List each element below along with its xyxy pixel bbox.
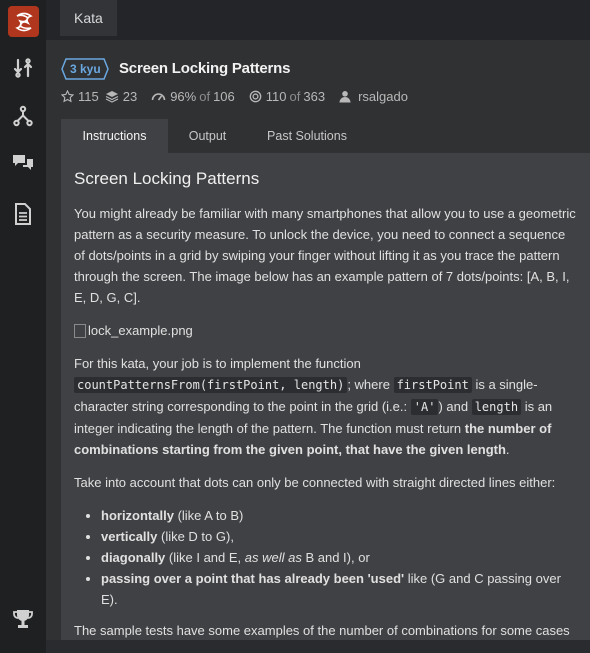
list-item: horizontally (like A to B)	[101, 505, 576, 526]
rank-label: 3 kyu	[70, 62, 101, 76]
list-item-text: (like I and E,	[165, 550, 245, 565]
list-item-text: (like D to G),	[157, 529, 234, 544]
completed-stat: 110 of 363	[249, 89, 325, 104]
satisfaction-stat: 96% of 106	[151, 89, 235, 104]
author-stat[interactable]: rsalgado	[339, 89, 408, 104]
broken-image-icon	[74, 323, 86, 338]
rank-badge: 3 kyu	[61, 58, 109, 80]
list-item: passing over a point that has already be…	[101, 568, 576, 610]
kata-description: Screen Locking Patterns You might alread…	[74, 167, 576, 640]
target-icon	[249, 90, 262, 102]
code-first-point: firstPoint	[393, 377, 472, 393]
p2-text-end: .	[505, 442, 510, 457]
list-item: diagonally (like I and E, as well as B a…	[101, 547, 576, 568]
instructions-panel: Screen Locking Patterns You might alread…	[61, 153, 590, 640]
broken-image: lock_example.png	[74, 320, 576, 341]
codewars-logo-icon[interactable]	[8, 6, 39, 37]
list-item-bold: vertically	[101, 529, 158, 544]
fork-icon[interactable]	[11, 104, 35, 128]
breadcrumb-kata[interactable]: Kata	[60, 0, 117, 36]
trophy-icon[interactable]	[12, 608, 34, 635]
description-paragraph-1: You might already be familiar with many …	[74, 206, 576, 305]
code-function-signature: countPatternsFrom(firstPoint, length)	[74, 377, 348, 393]
chat-bubbles-icon[interactable]	[11, 151, 35, 175]
list-item-bold: horizontally	[101, 508, 174, 523]
image-alt-text: lock_example.png	[88, 323, 193, 338]
kata-title: Screen Locking Patterns	[119, 60, 291, 77]
tab-instructions[interactable]: Instructions	[61, 119, 168, 153]
tab-output[interactable]: Output	[168, 119, 247, 153]
p2-text-b: ; where	[347, 377, 390, 392]
stack-icon	[105, 90, 119, 103]
user-icon	[339, 90, 351, 102]
kata-stats: 115 23 96% of 106 110 of 363 rsalgado	[61, 86, 422, 106]
satisfaction-of: of	[199, 88, 211, 104]
list-item-text: B and I), or	[301, 550, 370, 565]
description-paragraph-3: Take into account that dots can only be …	[74, 475, 556, 490]
list-item-bold: diagonally	[101, 550, 166, 565]
completed-total: 363	[303, 88, 326, 104]
completed-count: 110	[265, 88, 287, 104]
bottom-bar	[46, 640, 590, 653]
p2-text-d: ) and	[438, 399, 469, 414]
stars-count: 115	[78, 88, 99, 104]
top-bar: Kata	[46, 0, 590, 40]
tab-bar: Instructions Output Past Solutions	[61, 119, 590, 153]
star-icon	[61, 89, 74, 102]
code-length: length	[471, 399, 522, 415]
description-heading: Screen Locking Patterns	[74, 169, 260, 188]
sidebar	[0, 0, 46, 653]
satisfaction-gauge-icon	[151, 93, 166, 101]
list-item-text: (like A to B)	[173, 508, 244, 523]
description-paragraph-4: The sample tests have some examples of t…	[74, 623, 570, 638]
author-name[interactable]: rsalgado	[358, 89, 408, 104]
kata-arrows-icon[interactable]	[11, 56, 35, 80]
satisfaction-rating: 96%	[170, 88, 197, 104]
tab-past-solutions[interactable]: Past Solutions	[247, 119, 367, 153]
code-a-literal: 'A'	[410, 399, 439, 415]
satisfaction-total: 106	[213, 88, 235, 104]
list-item-italic: as well as	[244, 550, 302, 565]
document-icon[interactable]	[11, 202, 35, 226]
stars-stat[interactable]: 115 23	[61, 89, 137, 104]
completed-of: of	[289, 88, 301, 104]
description-paragraph-2: For this kata, your job is to implement …	[74, 353, 576, 460]
connection-rules-list: horizontally (like A to B) vertically (l…	[101, 505, 576, 610]
collections-count: 23	[122, 88, 138, 104]
list-item-bold: passing over a point that has already be…	[101, 571, 405, 586]
p2-text-a: For this kata, your job is to implement …	[74, 356, 361, 371]
list-item: vertically (like D to G),	[101, 526, 576, 547]
